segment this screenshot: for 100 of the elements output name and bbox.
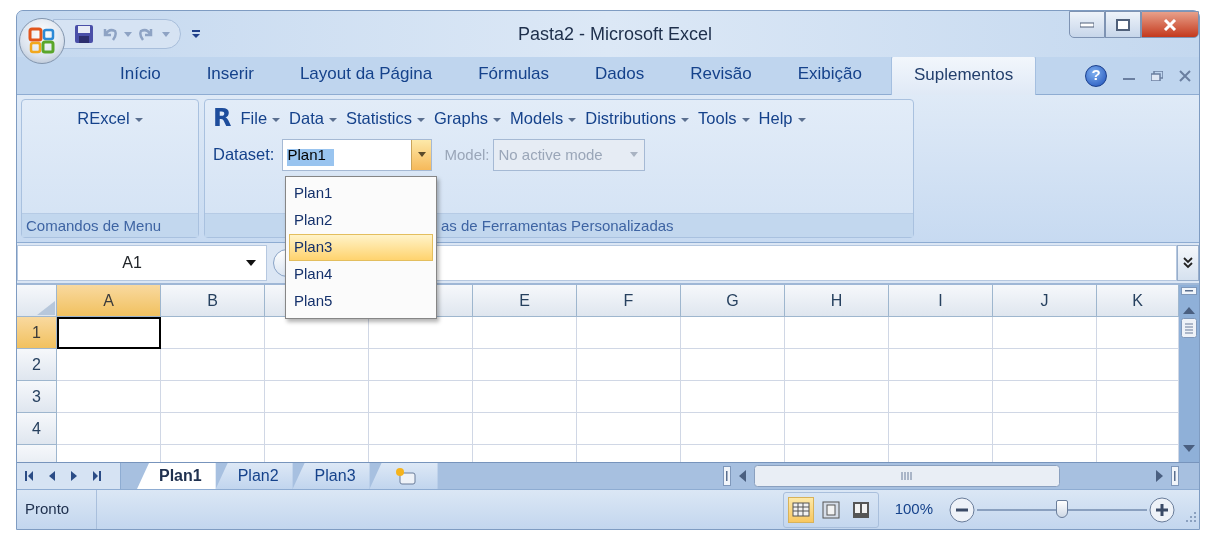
- menu-button[interactable]: File: [240, 106, 281, 131]
- grid-cell[interactable]: [369, 349, 473, 381]
- name-box[interactable]: A1: [17, 245, 267, 281]
- grid-cell[interactable]: [785, 317, 889, 349]
- grid-cell[interactable]: [577, 317, 681, 349]
- caret-icon[interactable]: [162, 31, 170, 37]
- row-header[interactable]: 1: [17, 317, 57, 349]
- select-all-button[interactable]: [17, 285, 57, 317]
- zoom-in-icon[interactable]: [1149, 496, 1175, 523]
- scroll-down-icon[interactable]: [1183, 445, 1195, 452]
- grid-cell[interactable]: [265, 349, 369, 381]
- column-header[interactable]: B: [161, 285, 265, 317]
- insert-sheet-button[interactable]: [369, 463, 438, 489]
- menu-button[interactable]: Statistics: [345, 106, 425, 131]
- grid-cell[interactable]: [369, 413, 473, 445]
- dropdown-item[interactable]: Plan3: [289, 234, 433, 261]
- grid-cell[interactable]: [889, 317, 993, 349]
- office-button[interactable]: [19, 18, 65, 64]
- ribbon-tab[interactable]: Layout da Página: [276, 53, 456, 94]
- ribbon-tab[interactable]: Início: [97, 53, 184, 94]
- zoom-out-icon[interactable]: [949, 496, 975, 523]
- row-header[interactable]: 4: [17, 413, 57, 445]
- grid-cell[interactable]: [993, 317, 1097, 349]
- grid-cell[interactable]: [577, 413, 681, 445]
- ribbon-tab[interactable]: Inserir: [183, 53, 277, 94]
- grid-cell[interactable]: [161, 349, 265, 381]
- split-handle-icon[interactable]: [1171, 466, 1179, 486]
- grid-cell[interactable]: [889, 381, 993, 413]
- grid-cell[interactable]: [681, 349, 785, 381]
- column-header[interactable]: K: [1097, 285, 1179, 317]
- scroll-left-icon[interactable]: [739, 470, 746, 482]
- sheet-tab[interactable]: Plan2: [215, 463, 293, 489]
- zoom-level[interactable]: 100%: [894, 498, 933, 521]
- expand-button[interactable]: [1177, 245, 1199, 281]
- grid-cell[interactable]: [57, 413, 161, 445]
- grid-cell[interactable]: [577, 349, 681, 381]
- ribbon-tab[interactable]: Fórmulas: [455, 53, 573, 94]
- next-sheet-icon[interactable]: [71, 471, 77, 481]
- ribbon-tab[interactable]: Dados: [572, 53, 668, 94]
- save-icon[interactable]: [74, 24, 94, 44]
- column-header[interactable]: J: [993, 285, 1097, 317]
- menu-button[interactable]: Distributions: [585, 106, 690, 131]
- close-icon[interactable]: [1179, 69, 1191, 82]
- sheet-tab[interactable]: Plan1: [137, 463, 216, 489]
- scroll-thumb-icon[interactable]: [1181, 318, 1197, 338]
- menu-button[interactable]: Tools: [698, 106, 750, 131]
- grid-cell[interactable]: [265, 381, 369, 413]
- column-header[interactable]: A: [57, 285, 161, 317]
- grid-cell[interactable]: [161, 413, 265, 445]
- sheet-tab[interactable]: Plan3: [292, 463, 370, 489]
- dropdown-item[interactable]: Plan4: [289, 261, 433, 288]
- dropdown-item[interactable]: Plan5: [289, 288, 433, 315]
- last-sheet-icon[interactable]: [93, 471, 101, 481]
- grid-cell[interactable]: [785, 349, 889, 381]
- menu-button[interactable]: Models: [510, 106, 577, 131]
- grid-cell[interactable]: [993, 381, 1097, 413]
- column-header[interactable]: H: [785, 285, 889, 317]
- column-header[interactable]: I: [889, 285, 993, 317]
- customize-icon[interactable]: [191, 29, 201, 39]
- dataset-combo[interactable]: Plan1: [282, 138, 433, 171]
- grid-cell[interactable]: [889, 413, 993, 445]
- grid-cell[interactable]: [681, 317, 785, 349]
- active-cell[interactable]: [57, 317, 161, 349]
- normal-view-button[interactable]: [787, 496, 814, 523]
- grid-cell[interactable]: [993, 413, 1097, 445]
- row-header[interactable]: 2: [17, 349, 57, 381]
- close-button[interactable]: [1141, 11, 1199, 38]
- grid-cell[interactable]: [473, 381, 577, 413]
- grid-cell[interactable]: [785, 381, 889, 413]
- restore-icon[interactable]: [1151, 70, 1163, 81]
- first-sheet-icon[interactable]: [25, 471, 33, 481]
- zoom-slider-thumb[interactable]: [1056, 499, 1068, 518]
- menu-button[interactable]: Help: [758, 106, 806, 131]
- grid-cell[interactable]: [473, 413, 577, 445]
- grid-cell[interactable]: [473, 349, 577, 381]
- dropdown-item[interactable]: Plan2: [289, 207, 433, 234]
- grid-cell[interactable]: [161, 317, 265, 349]
- ribbon-tab[interactable]: Revisão: [667, 53, 775, 94]
- split-handle-icon[interactable]: [723, 466, 731, 486]
- grid-cell[interactable]: [369, 381, 473, 413]
- grid-cell[interactable]: [57, 381, 161, 413]
- grid-cell[interactable]: [577, 381, 681, 413]
- grid-cell[interactable]: [681, 413, 785, 445]
- menu-button[interactable]: Data: [289, 106, 337, 131]
- column-header[interactable]: E: [473, 285, 577, 317]
- dropdown-button[interactable]: [411, 139, 432, 170]
- grid-cell[interactable]: [473, 317, 577, 349]
- maximize-button[interactable]: [1105, 11, 1141, 38]
- previous-sheet-icon[interactable]: [49, 471, 55, 481]
- scroll-thumb-icon[interactable]: [754, 465, 1060, 487]
- column-header[interactable]: G: [681, 285, 785, 317]
- caret-icon[interactable]: [124, 31, 132, 37]
- grid-cell[interactable]: [993, 349, 1097, 381]
- grid-cell[interactable]: [57, 349, 161, 381]
- row-header[interactable]: 3: [17, 381, 57, 413]
- grid-cell[interactable]: [785, 413, 889, 445]
- minimize-button[interactable]: [1069, 11, 1105, 38]
- scroll-right-icon[interactable]: [1156, 470, 1163, 482]
- grid-cell[interactable]: [161, 381, 265, 413]
- ribbon-tab[interactable]: Suplementos: [890, 54, 1037, 95]
